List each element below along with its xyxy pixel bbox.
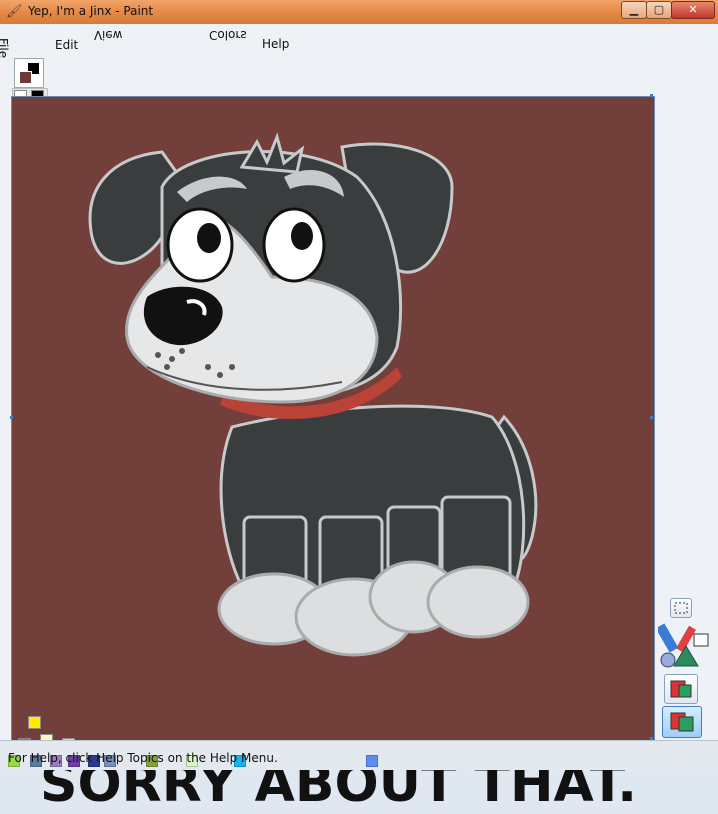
resize-handle-l[interactable] bbox=[10, 416, 13, 419]
dog-head-tuft bbox=[239, 132, 305, 174]
dog-pupil-left bbox=[197, 223, 221, 253]
menu-edit[interactable]: Edit bbox=[55, 38, 78, 52]
menu-view[interactable]: View bbox=[94, 28, 122, 42]
status-swatch[interactable] bbox=[366, 755, 378, 767]
menu-help[interactable]: Help bbox=[262, 37, 289, 51]
resize-handle-tr[interactable] bbox=[650, 94, 653, 97]
background-color[interactable] bbox=[19, 71, 32, 84]
menu-colors[interactable]: Colors bbox=[209, 28, 247, 42]
layers-icon bbox=[670, 712, 694, 732]
minimize-button[interactable]: ▁ bbox=[621, 1, 647, 19]
status-text: For Help, click Help Topics on the Help … bbox=[8, 751, 278, 765]
custom-color-yellow[interactable] bbox=[28, 716, 41, 729]
image-tool-button[interactable] bbox=[662, 706, 702, 738]
window-title: Yep, I'm a Jinx - Paint bbox=[28, 4, 154, 18]
fill-tool-button[interactable] bbox=[664, 674, 698, 704]
maximize-button[interactable]: ▢ bbox=[646, 1, 672, 19]
dog-illustration bbox=[88, 132, 538, 657]
paint-app-icon[interactable]: 🖌 bbox=[6, 4, 23, 19]
select-tool-button[interactable] bbox=[670, 598, 692, 618]
dog-pupil-right bbox=[291, 222, 313, 250]
tool-panel bbox=[655, 594, 712, 744]
title-bar: 🖌 Yep, I'm a Jinx - Paint ▁ ▢ ✕ bbox=[0, 0, 718, 25]
status-bar: For Help, click Help Topics on the Help … bbox=[0, 740, 718, 770]
menu-file[interactable]: File bbox=[0, 38, 10, 58]
fill-bucket-icon bbox=[670, 680, 692, 698]
current-colors[interactable] bbox=[14, 58, 44, 88]
close-button[interactable]: ✕ bbox=[671, 1, 715, 19]
dog-paw-4 bbox=[426, 565, 530, 639]
resize-handle-r[interactable] bbox=[650, 416, 653, 419]
pencil-brush-shapes-icon bbox=[655, 623, 709, 668]
drawing-canvas[interactable]: SORRY ABOUT THAT. bbox=[11, 96, 655, 814]
draw-tools-cluster[interactable] bbox=[655, 622, 712, 670]
select-rect-icon bbox=[674, 602, 688, 614]
